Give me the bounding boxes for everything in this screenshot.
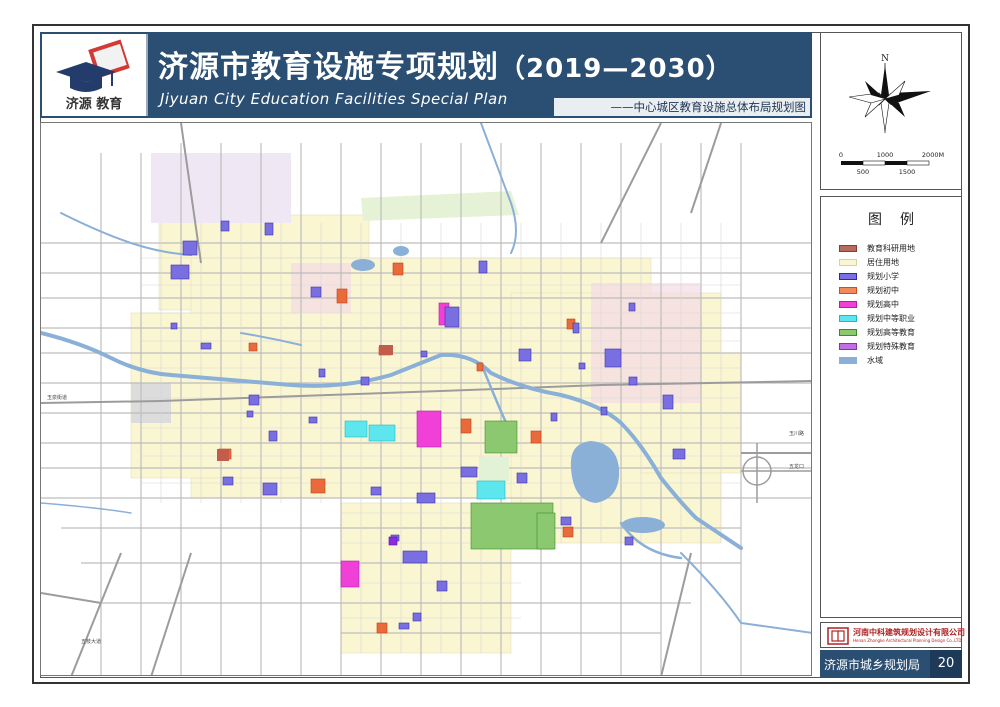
legend-item: 规划中等职业 bbox=[839, 313, 915, 323]
legend-swatch bbox=[839, 342, 857, 350]
title-cn: 济源市教育设施专项规划 bbox=[158, 50, 499, 85]
svg-text:1000: 1000 bbox=[877, 151, 894, 159]
legend-label: 规划特殊教育 bbox=[867, 341, 915, 351]
legend-swatch bbox=[839, 328, 857, 336]
legend-item: 规划高中 bbox=[839, 299, 899, 309]
north-arrow-icon: N 0 1000 2000M 500 1500 bbox=[839, 54, 944, 176]
grey-block bbox=[131, 383, 171, 423]
legend-label: 水域 bbox=[867, 355, 883, 365]
page-number: 20 bbox=[930, 650, 962, 678]
special-education-site bbox=[388, 536, 398, 546]
legend-label: 规划小学 bbox=[867, 271, 899, 281]
legend-swatch bbox=[839, 258, 857, 266]
legend-swatch bbox=[839, 314, 857, 322]
company-name-en: Henan Zhongke Architectural Planning Des… bbox=[853, 638, 962, 643]
page-title: 济源市教育设施专项规划（2019—2030） bbox=[158, 42, 733, 86]
svg-text:2000M: 2000M bbox=[922, 151, 944, 159]
legend-item: 居住用地 bbox=[839, 257, 899, 267]
company-block: 河南中科建筑规划设计有限公司 Henan Zhongke Architectur… bbox=[820, 622, 965, 648]
legend-swatch bbox=[839, 356, 857, 364]
compass-panel: N 0 1000 2000M 500 1500 bbox=[820, 32, 962, 190]
legend-swatch bbox=[839, 272, 857, 280]
map-subtitle: ——中心城区教育设施总体布局规划图 bbox=[554, 98, 810, 116]
legend-swatch bbox=[839, 244, 857, 252]
scale-bar: 0 1000 2000M 500 1500 bbox=[839, 151, 944, 176]
north-label: N bbox=[881, 54, 889, 64]
legend-item: 规划初中 bbox=[839, 285, 899, 295]
legend-label: 规划中等职业 bbox=[867, 313, 915, 323]
place-label: 玉川路 bbox=[789, 430, 804, 437]
place-label: 五枝大道 bbox=[81, 638, 101, 645]
legend-label: 居住用地 bbox=[867, 257, 899, 267]
legend-title: 图例 bbox=[868, 212, 932, 228]
svg-text:500: 500 bbox=[857, 168, 869, 176]
north-park bbox=[361, 191, 519, 221]
legend-item: 规划小学 bbox=[839, 271, 899, 281]
place-label: 玉泉街道 bbox=[47, 394, 67, 401]
svg-text:0: 0 bbox=[839, 151, 843, 159]
company-logo-icon bbox=[827, 627, 849, 645]
logo: 济源 教育 bbox=[42, 34, 148, 116]
legend-label: 规划高中 bbox=[867, 299, 899, 309]
legend-swatch bbox=[839, 286, 857, 294]
legend-swatch bbox=[839, 300, 857, 308]
title-en: Jiyuan City Education Facilities Special… bbox=[160, 90, 508, 108]
title-years: （2019—2030） bbox=[499, 54, 733, 84]
green-space bbox=[479, 457, 509, 481]
logo-text: 济源 教育 bbox=[65, 97, 123, 112]
legend-label: 教育科研用地 bbox=[867, 243, 915, 253]
legend-item: 水域 bbox=[839, 355, 883, 365]
legend-item: 教育科研用地 bbox=[839, 243, 915, 253]
legend: 图例 教育科研用地 居住用地规划小学规划初中规划高中规划中等职业 规划高等教育 规划特… bbox=[820, 196, 962, 618]
legend-item: 规划高等教育 bbox=[839, 327, 915, 337]
company-name: 河南中科建筑规划设计有限公司 bbox=[853, 628, 965, 637]
bureau-bar: 济源市城乡规划局 20 bbox=[820, 650, 962, 678]
svg-text:1500: 1500 bbox=[899, 168, 916, 176]
graduation-cap-icon bbox=[56, 39, 130, 92]
map-canvas: 玉泉街道 玉川路 五龙口 五枝大道 bbox=[41, 123, 811, 675]
legend-item: 规划特殊教育 bbox=[839, 341, 915, 351]
place-label: 五龙口 bbox=[789, 463, 804, 470]
legend-label: 规划高等教育 bbox=[867, 327, 915, 337]
bureau-name: 济源市城乡规划局 bbox=[824, 658, 921, 672]
legend-label: 规划初中 bbox=[867, 285, 899, 295]
city-map: 玉泉街道 玉川路 五龙口 五枝大道 bbox=[40, 122, 812, 676]
